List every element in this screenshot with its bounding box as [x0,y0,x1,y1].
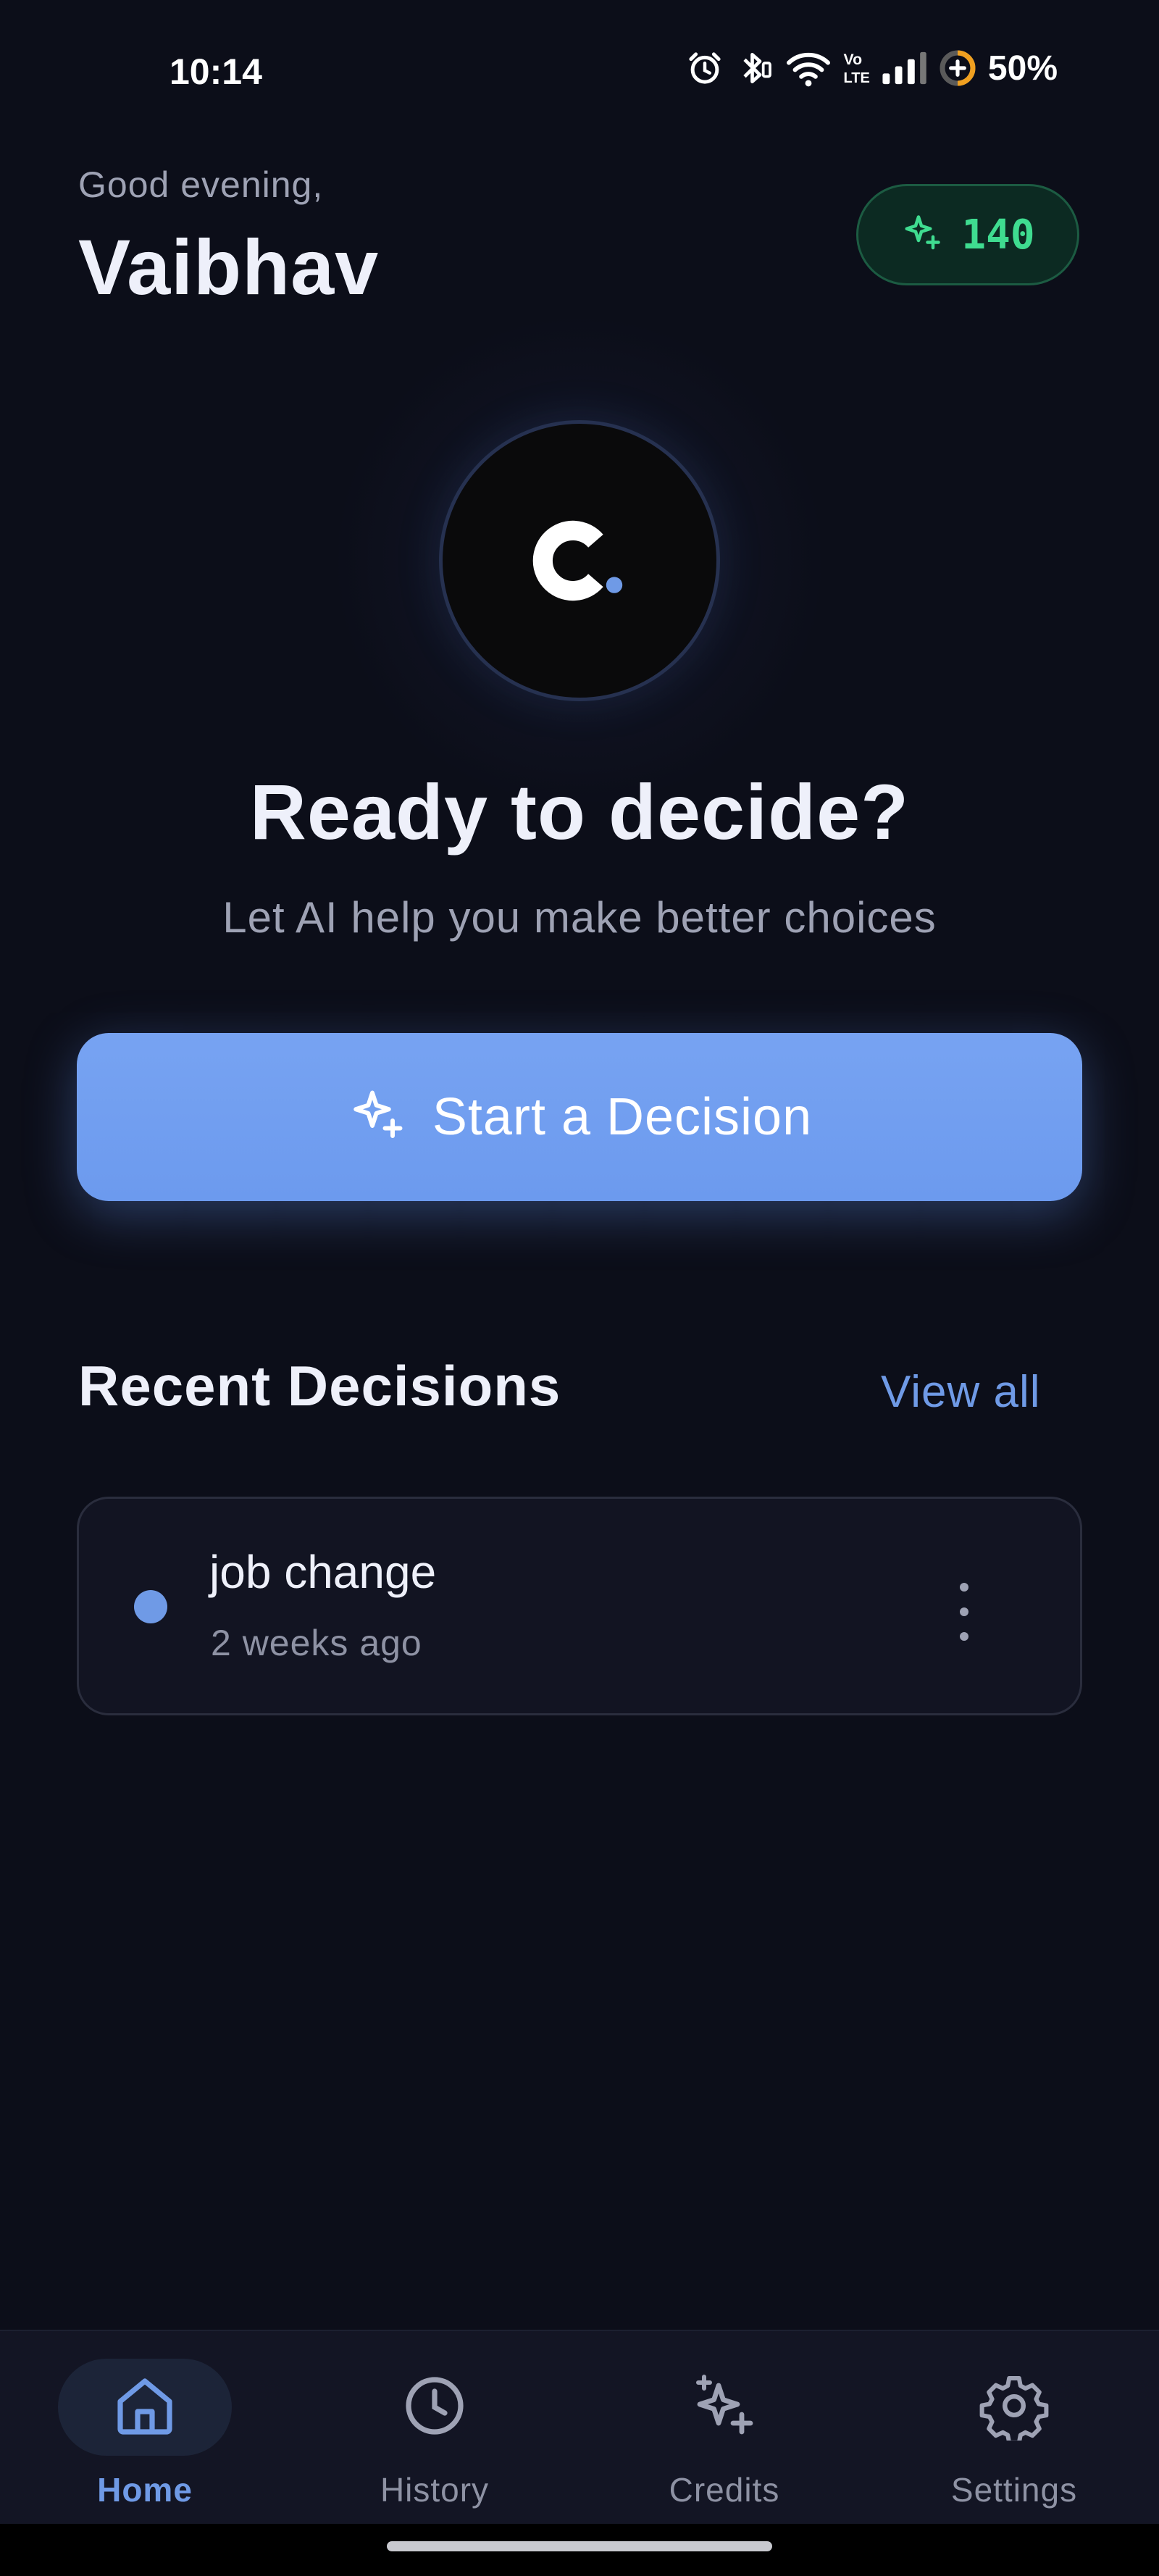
signal-icon [881,50,927,86]
battery-percent: 50% [987,49,1058,88]
recent-decisions-title: Recent Decisions [78,1354,561,1418]
sparkle-icon [900,212,944,259]
decision-title: job change [209,1546,437,1598]
hero-title: Ready to decide? [249,768,910,856]
svg-text:LTE: LTE [843,70,869,86]
battery-saver-icon [937,48,978,88]
decision-status-dot [134,1590,167,1623]
app-logo [439,420,720,701]
home-indicator[interactable] [387,2541,772,2551]
start-decision-button[interactable]: Start a Decision [77,1033,1082,1201]
status-time: 10:14 [170,51,262,92]
clock-icon [400,2371,469,2444]
sparkle-icon [347,1085,408,1150]
bluetooth-icon [735,48,775,88]
svg-text:Vo: Vo [843,51,862,68]
decision-timestamp: 2 weeks ago [211,1623,422,1663]
logo-mark [532,520,623,601]
sparkle-icon [690,2371,759,2444]
nav-history-label: History [380,2471,490,2509]
credits-count: 140 [961,211,1035,259]
nav-history[interactable]: History [290,2331,580,2525]
view-all-link[interactable]: View all [881,1366,1041,1418]
more-options-icon[interactable] [942,1583,986,1641]
credits-badge[interactable]: 140 [856,184,1079,285]
gear-icon [979,2371,1049,2445]
hero-subtitle: Let AI help you make better choices [222,893,937,942]
nav-home[interactable]: Home [0,2331,290,2525]
greeting: Good evening, [78,164,324,205]
home-icon [110,2371,180,2444]
nav-credits-label: Credits [669,2471,780,2509]
nav-settings-label: Settings [950,2471,1078,2509]
decision-card[interactable]: job change 2 weeks ago [77,1497,1082,1715]
volte-icon: Vo LTE [842,48,871,88]
nav-credits[interactable]: Credits [580,2331,869,2525]
nav-home-label: Home [97,2471,193,2509]
start-decision-label: Start a Decision [432,1088,813,1146]
wifi-icon [785,48,832,88]
status-icons: Vo LTE 50% [685,48,1058,88]
nav-settings[interactable]: Settings [869,2331,1159,2525]
bottom-nav: Home History Credits Settings [0,2330,1159,2525]
alarm-icon [685,49,724,88]
